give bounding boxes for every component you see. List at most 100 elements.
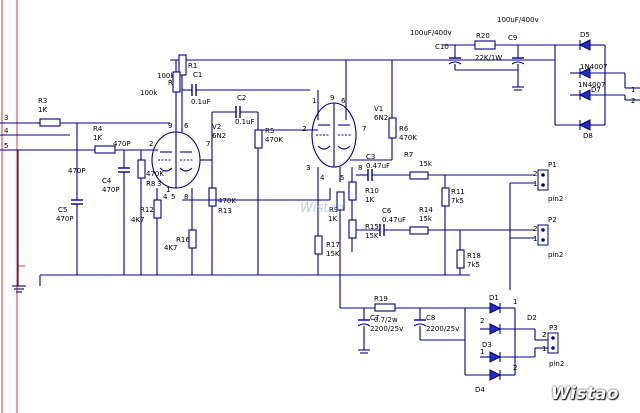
c7-value: 2200/25v [370, 325, 403, 333]
resistor-r8 [137, 159, 146, 179]
resistor-r2 [172, 71, 181, 93]
c3-ref: C3 [366, 153, 375, 161]
r14-value: 15k [419, 215, 433, 223]
out-port-1: 1 [631, 86, 635, 94]
v1-pin-9: 9 [330, 94, 334, 102]
schematic-canvas: 3 4 5 R3 1K R4 1K 470P C5 470P 470P C4 4… [0, 0, 640, 413]
r3-ref: R3 [38, 97, 47, 105]
c6-ref: C6 [382, 207, 392, 215]
r17-value: 15K [326, 250, 340, 258]
r7-value: 15k [419, 160, 433, 168]
resistor-r13 [208, 187, 217, 207]
v1-pin-5: 5 [340, 174, 344, 182]
d7-ref: D7 [591, 86, 601, 94]
v1-pin-1: 1 [312, 97, 316, 105]
c5-value: 470P [56, 215, 74, 223]
r10-value: 1K [365, 196, 374, 204]
c3-value: 0.47uF [366, 162, 390, 170]
r3-value: 1K [38, 106, 47, 114]
v2-pin-9: 9 [168, 122, 172, 130]
resistor-r5 [254, 129, 263, 149]
v1-pin-8: 8 [358, 164, 362, 172]
diode-d2 [489, 323, 502, 335]
input-port-4: 4 [4, 127, 9, 135]
r12-ref: R12 [140, 206, 154, 214]
c4-value-top: 470P [113, 140, 131, 148]
tube-v2: V2 6N2 9 6 2 7 3 1 4 5 8 470K R8 R12 4K7… [131, 122, 236, 275]
r11-ref: R11 [451, 188, 465, 196]
c9-ref: C9 [508, 34, 517, 42]
resistor-r6 [388, 117, 397, 139]
v1-ref: V1 [374, 105, 383, 113]
c6-value: 0.47uF [382, 216, 406, 224]
p2-type: pin2 [548, 251, 563, 259]
d4-ref: D4 [475, 386, 485, 394]
d8-ref: D8 [583, 132, 593, 140]
resistor-r4 [94, 145, 116, 154]
d1-ref: D1 [489, 294, 499, 302]
diode-d7 [578, 89, 591, 101]
c2-value: 0.1uF [235, 118, 255, 126]
hv-supply: 100uF/400v 100uF/400v R20 22K/1W C10 C9 [410, 16, 640, 140]
r11-value: 7k5 [451, 197, 464, 205]
input-port-5: 5 [4, 142, 8, 150]
diode-d4 [489, 369, 502, 381]
resistor-r15 [348, 219, 357, 239]
r13-value: 470K [218, 197, 236, 205]
v2-ref: V2 [212, 123, 221, 131]
v2-pin-7: 7 [206, 140, 210, 148]
resistor-r7 [409, 171, 429, 180]
tube-v1: V1 6N2 1 2 3 6 7 8 9 4 5 R6 470K [302, 60, 417, 182]
r16-value: 4K7 [164, 244, 178, 252]
r20-ref: R20 [476, 32, 490, 40]
input-section: 3 4 5 R3 1K R4 1K 470P C5 470P 470P C4 4… [0, 97, 212, 293]
resistor-r17 [314, 235, 323, 255]
r19-ref: R19 [374, 295, 388, 303]
r1-ref: R1 [188, 62, 197, 70]
resistor-r19 [374, 303, 396, 312]
input-port-3: 3 [4, 114, 8, 122]
resistor-r12 [153, 199, 162, 219]
v2-pin-4: 4 [163, 193, 168, 201]
r4-value: 1K [93, 134, 102, 142]
diode-d1 [489, 302, 502, 314]
v2-pin-6: 6 [184, 122, 189, 130]
r8-value: 470K [146, 170, 164, 178]
c4-value: 470P [102, 186, 120, 194]
d6-part: 1N4007 [580, 63, 608, 71]
r15-value: 15K [365, 232, 379, 240]
r2-value: 100k [140, 89, 158, 97]
c10-ref: C10 [435, 43, 449, 51]
resistor-r18 [456, 249, 465, 269]
r12-value: 4K7 [131, 216, 145, 224]
r18-ref: R18 [467, 252, 481, 260]
v2-pin-5: 5 [171, 193, 175, 201]
diode-d8 [578, 119, 591, 131]
out-port-2: 2 [631, 97, 635, 105]
p3-pin-1: 1 [542, 345, 546, 353]
r6-ref: R6 [399, 125, 409, 133]
p2-pin-2: 2 [533, 225, 537, 233]
r16-ref: R16 [176, 236, 190, 244]
r20-value: 22K/1W [475, 54, 502, 62]
p3-pin-2: 2 [542, 331, 546, 339]
r5-ref: R5 [265, 127, 274, 135]
c9-value: 100uF/400v [497, 16, 539, 24]
connector-p3 [547, 332, 559, 354]
c8-ref: C8 [426, 314, 435, 322]
c1-ref: C1 [193, 71, 202, 79]
resistor-r3 [39, 118, 61, 127]
c4-ref: C4 [102, 177, 112, 185]
d5-ref: D5 [580, 31, 590, 39]
r8-ref: R8 [146, 180, 155, 188]
r6-value: 470K [399, 134, 417, 142]
p1-type: pin2 [548, 195, 563, 203]
resistor-r20 [474, 40, 496, 50]
c5-ref: C5 [58, 206, 67, 214]
diode-d3 [489, 351, 502, 363]
d-pin-2b: 2 [513, 364, 517, 372]
v2-pin-2: 2 [149, 140, 153, 148]
p3-type: pin2 [549, 360, 564, 368]
resistor-r16 [188, 229, 197, 249]
r4-ref: R4 [93, 125, 103, 133]
